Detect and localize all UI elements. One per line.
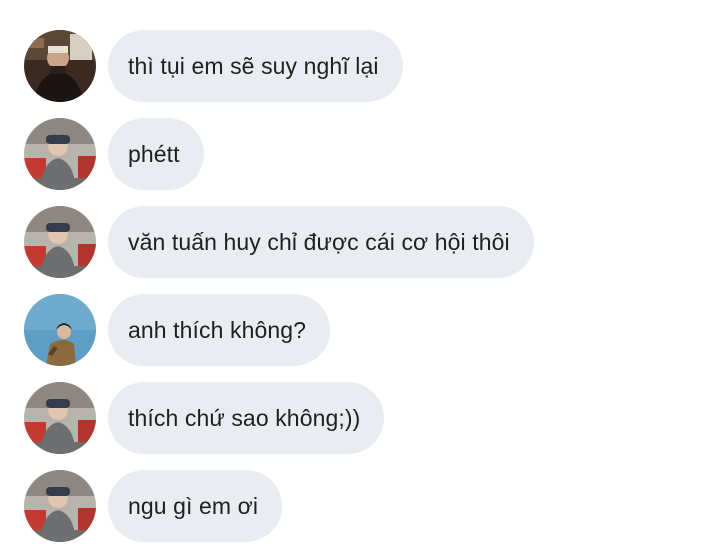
avatar-person-blue-sky-icon xyxy=(24,294,96,366)
message-text: văn tuấn huy chỉ được cái cơ hội thôi xyxy=(128,228,510,255)
chat-thread: thì tụi em sẽ suy nghĩ lại phétt văn tuấ… xyxy=(0,0,720,554)
message-bubble[interactable]: văn tuấn huy chỉ được cái cơ hội thôi xyxy=(108,206,534,278)
avatar-man-dark-room-icon xyxy=(24,30,96,102)
message-text: anh thích không? xyxy=(128,316,307,343)
avatar[interactable] xyxy=(24,118,96,190)
avatar[interactable] xyxy=(24,470,96,542)
avatar-boy-beanie-street-icon xyxy=(24,206,96,278)
avatar[interactable] xyxy=(24,206,96,278)
message-row: ngu gì em ơi xyxy=(24,470,283,542)
message-bubble[interactable]: anh thích không? xyxy=(108,294,331,366)
message-text: ngu gì em ơi xyxy=(128,492,259,519)
message-row: thì tụi em sẽ suy nghĩ lại xyxy=(24,30,403,102)
message-text: thích chứ sao không;)) xyxy=(128,404,361,431)
avatar-boy-beanie-street-icon xyxy=(24,118,96,190)
message-row: thích chứ sao không;)) xyxy=(24,382,385,454)
message-text: phétt xyxy=(128,140,180,167)
message-bubble[interactable]: thì tụi em sẽ suy nghĩ lại xyxy=(108,30,403,102)
avatar[interactable] xyxy=(24,294,96,366)
message-text: thì tụi em sẽ suy nghĩ lại xyxy=(128,52,379,79)
avatar[interactable] xyxy=(24,382,96,454)
avatar-boy-beanie-street-icon xyxy=(24,382,96,454)
message-bubble[interactable]: phétt xyxy=(108,118,204,190)
message-row: anh thích không? xyxy=(24,294,331,366)
avatar[interactable] xyxy=(24,30,96,102)
avatar-boy-beanie-street-icon xyxy=(24,470,96,542)
message-bubble[interactable]: ngu gì em ơi xyxy=(108,470,283,542)
message-row: văn tuấn huy chỉ được cái cơ hội thôi xyxy=(24,206,534,278)
message-bubble[interactable]: thích chứ sao không;)) xyxy=(108,382,385,454)
message-row: phétt xyxy=(24,118,204,190)
